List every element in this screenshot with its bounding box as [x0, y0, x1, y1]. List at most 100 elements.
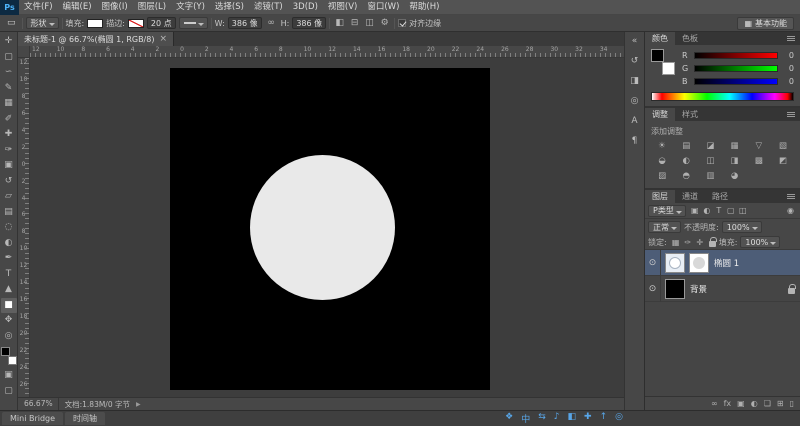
delete-layer-icon[interactable]: ▯ — [790, 399, 794, 408]
curves-icon[interactable]: ◪ — [699, 140, 721, 153]
lock-position-icon[interactable]: ✛ — [694, 238, 706, 247]
horizontal-ruler[interactable]: 121086420246810121416182022242628303234 — [30, 46, 624, 58]
align-edges-checkbox[interactable] — [398, 19, 406, 27]
workspace-switcher-button[interactable]: ▦ 基本功能 — [737, 17, 794, 30]
channel-value[interactable]: 0 — [782, 64, 794, 73]
color-panel-swatches[interactable] — [651, 49, 675, 75]
selective-color-icon[interactable]: ◕ — [723, 170, 745, 183]
new-group-icon[interactable]: ❏ — [764, 399, 771, 408]
lock-image-pixels-icon[interactable]: ✑ — [682, 238, 694, 247]
clone-stamp-tool[interactable]: ▣ — [1, 158, 17, 174]
background-color-swatch[interactable] — [8, 356, 17, 365]
ruler-corner[interactable] — [18, 46, 30, 58]
channel-value[interactable]: 0 — [782, 51, 794, 60]
foreground-color-swatch[interactable] — [1, 347, 10, 356]
info-panel-icon[interactable]: ◎ — [627, 95, 643, 108]
vibrance-icon[interactable]: ▽ — [748, 140, 770, 153]
add-layer-mask-icon[interactable]: ▣ — [737, 399, 745, 408]
stroke-width-field[interactable]: 20 点 — [147, 17, 176, 29]
history-brush-tool[interactable]: ↺ — [1, 174, 17, 190]
brush-tool[interactable]: ✑ — [1, 143, 17, 159]
menu-window[interactable]: 窗口(W) — [362, 0, 404, 15]
menu-help[interactable]: 帮助(H) — [404, 0, 444, 15]
gradient-map-icon[interactable]: ▥ — [699, 170, 721, 183]
stroke-style-select[interactable] — [179, 17, 208, 29]
photo-filter-icon[interactable]: ◫ — [699, 155, 721, 168]
paragraph-panel-icon[interactable]: ¶ — [627, 135, 643, 148]
taskbar-icon-6[interactable]: ✚ — [584, 412, 592, 425]
brightness-contrast-icon[interactable]: ☀ — [651, 140, 673, 153]
timeline-tab[interactable]: 时间轴 — [65, 412, 105, 425]
layer-style-icon[interactable]: fx — [724, 399, 732, 408]
channel-slider[interactable] — [694, 52, 778, 59]
adjustment-layer-icon[interactable]: ◐ — [751, 399, 758, 408]
menu-view[interactable]: 视图(V) — [323, 0, 362, 15]
layer-name[interactable]: 背景 — [690, 283, 707, 295]
visibility-eye-icon[interactable]: ⊙ — [645, 250, 661, 276]
layer-row-background[interactable]: ⊙ 背景 — [645, 276, 800, 302]
status-menu-arrow-icon[interactable]: ▶ — [136, 401, 141, 408]
marquee-tool[interactable]: ▢ — [1, 50, 17, 66]
menu-file[interactable]: 文件(F) — [19, 0, 58, 15]
layer-thumbnail[interactable] — [665, 253, 685, 273]
color-spectrum-ramp[interactable] — [651, 92, 794, 101]
stroke-color-swatch[interactable] — [128, 19, 144, 28]
zoom-level-field[interactable]: 66.67% — [22, 398, 59, 410]
layer-thumbnail[interactable] — [665, 279, 685, 299]
character-panel-icon[interactable]: A — [627, 115, 643, 128]
menu-3d[interactable]: 3D(D) — [288, 0, 323, 15]
dodge-tool[interactable]: ◐ — [1, 236, 17, 252]
black-white-icon[interactable]: ◐ — [675, 155, 697, 168]
tab-close-icon[interactable]: × — [159, 34, 167, 44]
width-field[interactable]: 386 像 — [228, 17, 262, 29]
panel-menu-icon[interactable] — [787, 196, 795, 197]
channels-tab[interactable]: 通道 — [675, 190, 705, 203]
color-balance-icon[interactable]: ◒ — [651, 155, 673, 168]
path-operations-icon[interactable]: ◧ — [333, 18, 346, 28]
blur-tool[interactable]: ◌ — [1, 220, 17, 236]
layer-filter-type-select[interactable]: P类型 — [648, 205, 686, 217]
path-alignment-icon[interactable]: ⊟ — [348, 18, 361, 28]
tool-mode-select[interactable]: 形状 — [26, 17, 59, 29]
collapse-panels-icon[interactable]: « — [627, 35, 643, 48]
new-layer-icon[interactable]: ⊞ — [777, 399, 784, 408]
menu-edit[interactable]: 编辑(E) — [58, 0, 97, 15]
threshold-icon[interactable]: ◓ — [675, 170, 697, 183]
crop-tool[interactable]: ▦ — [1, 96, 17, 112]
shape-layer-filter-icon[interactable]: ▢ — [725, 206, 737, 215]
document-tab[interactable]: 未标题-1 @ 66.7%(椭圆 1, RGB/8) × — [18, 32, 174, 46]
screen-mode-icon[interactable]: ▢ — [1, 384, 17, 400]
fill-select[interactable]: 100% — [740, 236, 780, 248]
canvas-viewport[interactable] — [30, 58, 624, 397]
move-tool[interactable]: ✛ — [1, 34, 17, 50]
link-layers-icon[interactable]: ∞ — [711, 399, 718, 408]
channel-slider[interactable] — [694, 78, 778, 85]
adjustment-layer-filter-icon[interactable]: ◐ — [701, 206, 713, 215]
type-tool[interactable]: T — [1, 267, 17, 283]
color-lookup-icon[interactable]: ▩ — [748, 155, 770, 168]
quick-selection-tool[interactable]: ✎ — [1, 81, 17, 97]
exposure-icon[interactable]: ▦ — [723, 140, 745, 153]
taskbar-icon-7[interactable]: ↑ — [600, 412, 608, 425]
adjustments-tab[interactable]: 调整 — [645, 108, 675, 121]
foreground-background-swatches[interactable] — [1, 347, 17, 365]
taskbar-icon-5[interactable]: ◧ — [568, 412, 577, 425]
hue-saturation-icon[interactable]: ▧ — [772, 140, 794, 153]
channel-mixer-icon[interactable]: ◨ — [723, 155, 745, 168]
taskbar-icon-3[interactable]: ⇆ — [538, 412, 546, 425]
channel-value[interactable]: 0 — [782, 77, 794, 86]
taskbar-icon-4[interactable]: ♪ — [554, 412, 560, 425]
posterize-icon[interactable]: ▨ — [651, 170, 673, 183]
menu-type[interactable]: 文字(Y) — [171, 0, 210, 15]
vector-mask-thumbnail[interactable] — [689, 253, 709, 273]
mini-bridge-tab[interactable]: Mini Bridge — [2, 412, 63, 425]
link-dimensions-icon[interactable]: ∞ — [265, 18, 278, 28]
path-arrange-icon[interactable]: ◫ — [363, 18, 376, 28]
path-selection-tool[interactable]: ▲ — [1, 282, 17, 298]
lock-transparent-pixels-icon[interactable]: ▦ — [670, 238, 682, 247]
panel-menu-icon[interactable] — [787, 38, 795, 39]
styles-tab[interactable]: 样式 — [675, 108, 705, 121]
tool-preset-icon[interactable]: ▭ — [4, 17, 19, 30]
vertical-ruler[interactable]: 1210864202468101214161820222426 — [18, 58, 30, 397]
filter-toggle-icon[interactable]: ◉ — [787, 206, 797, 215]
